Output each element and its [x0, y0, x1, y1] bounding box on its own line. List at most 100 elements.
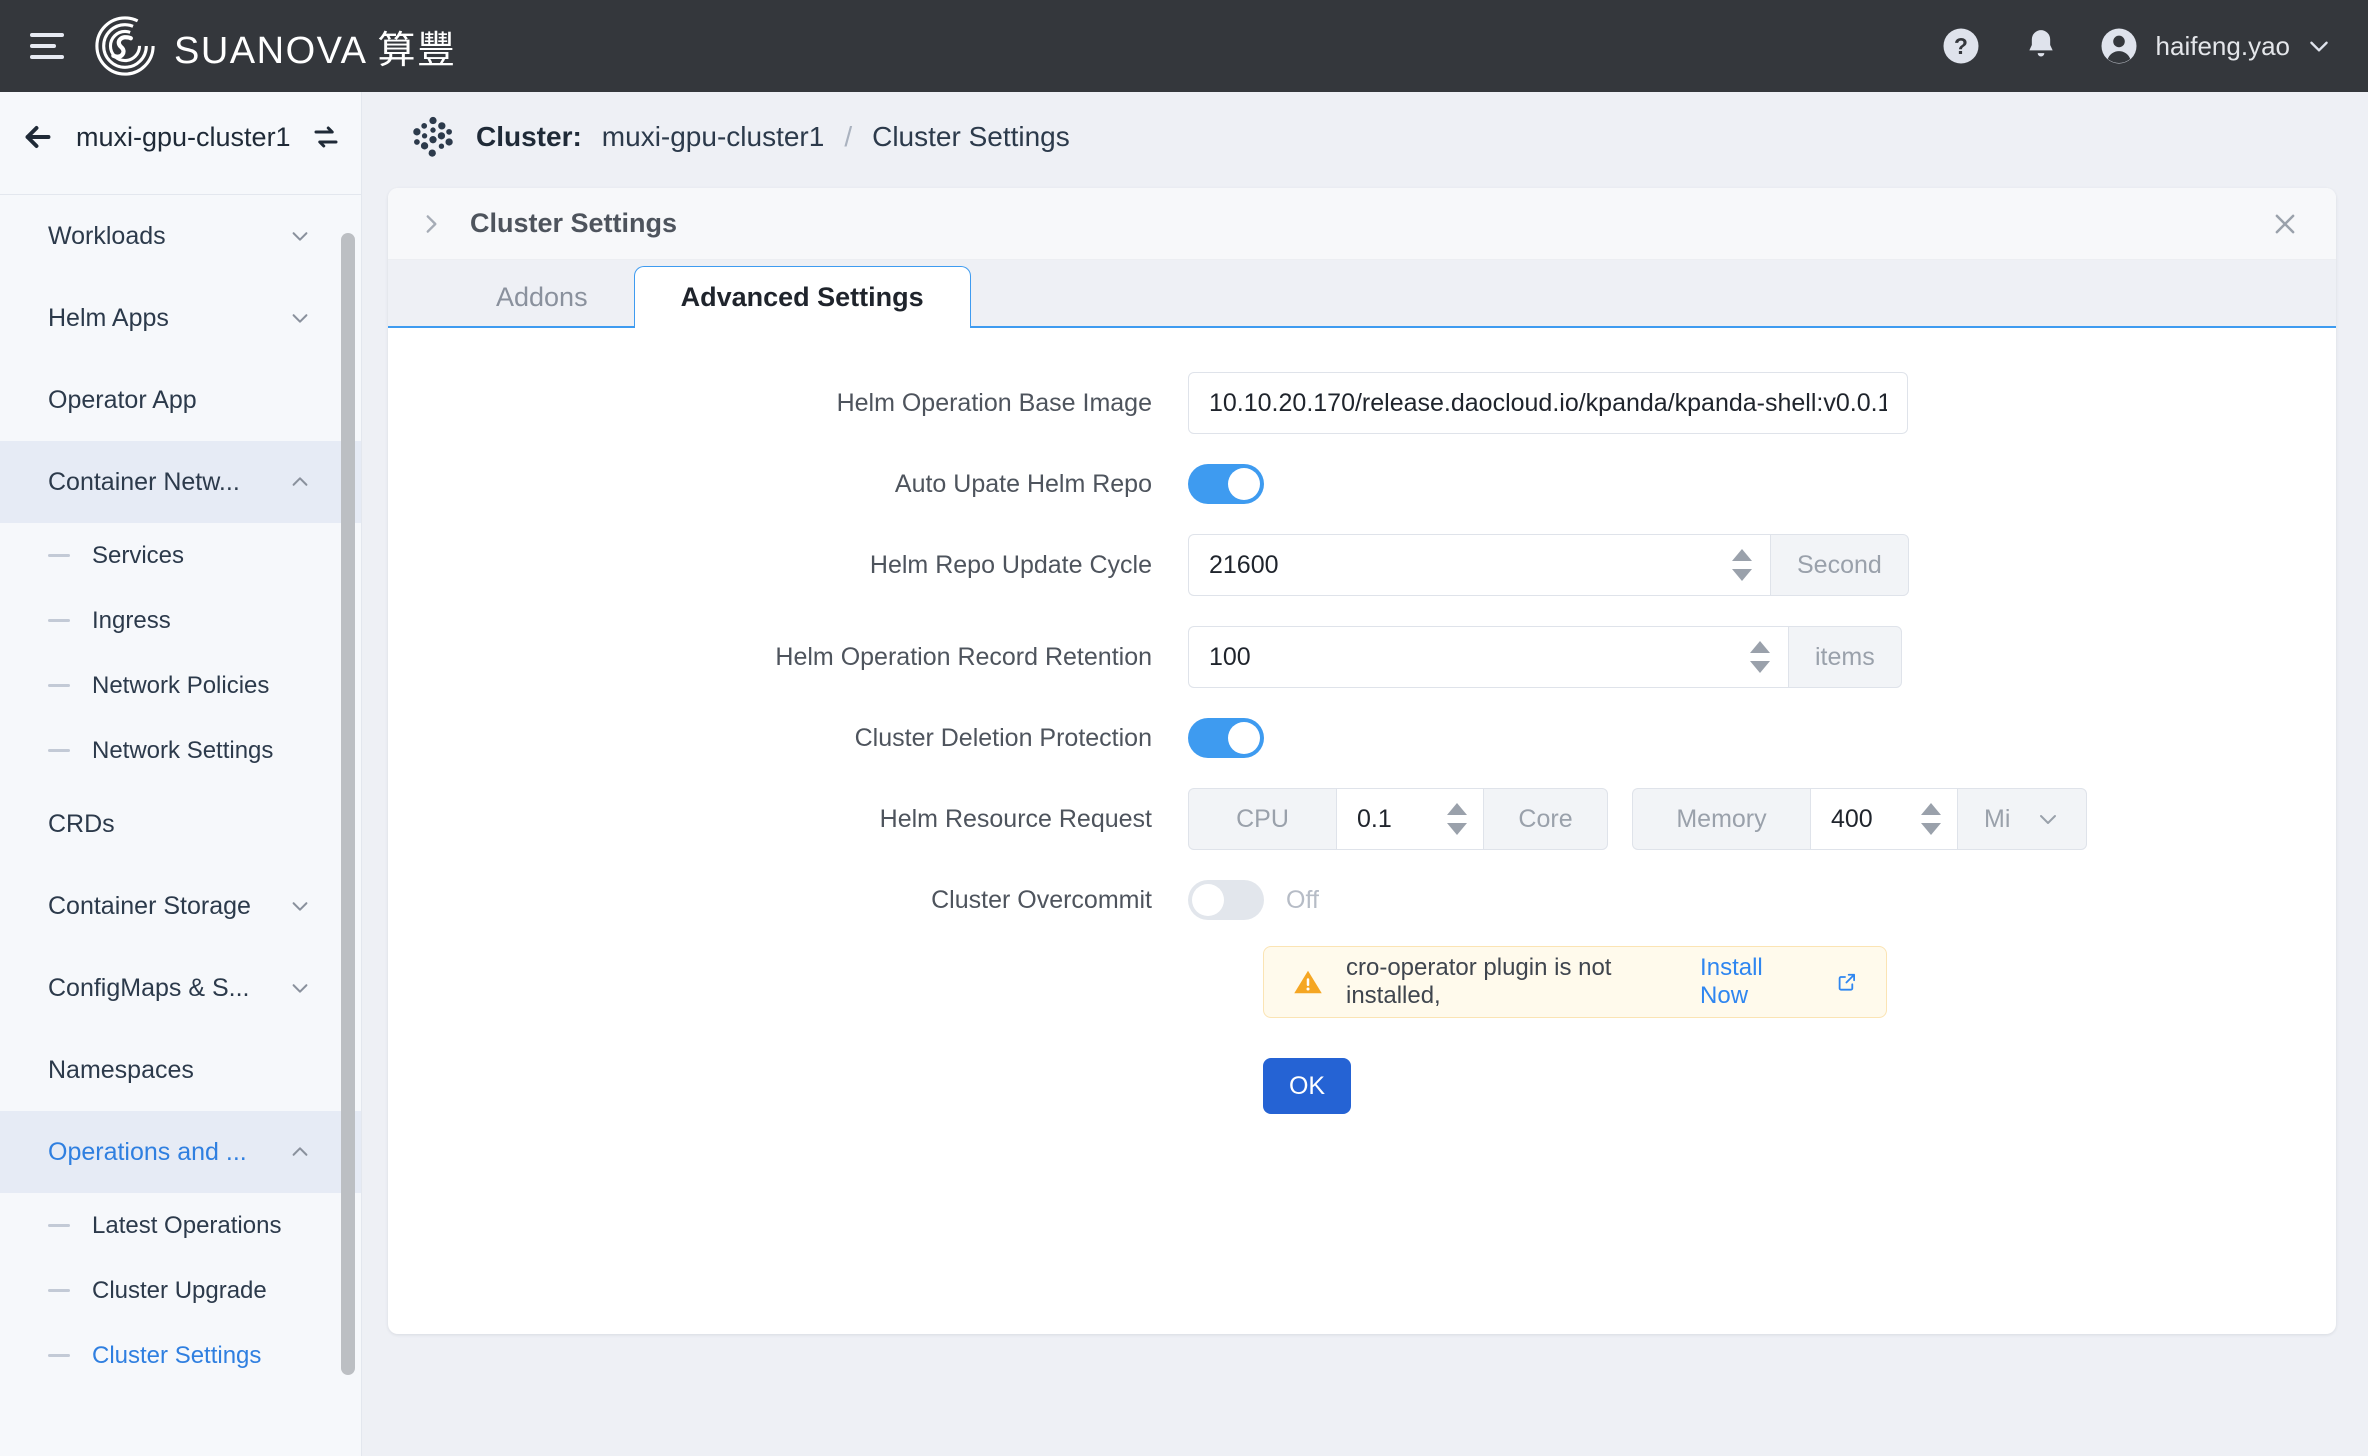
field-label: Auto Upate Helm Repo [894, 469, 1152, 498]
stepper-down-icon[interactable] [1750, 661, 1770, 673]
stepper-down-icon[interactable] [1447, 823, 1467, 835]
input-value: 100 [1209, 642, 1251, 671]
cpu-value-input[interactable]: 0.1 [1336, 788, 1484, 850]
sidebar-item-label: Helm Apps [48, 303, 169, 332]
breadcrumb-current: Cluster Settings [872, 121, 1070, 152]
sidebar-item-cluster-upgrade[interactable]: Cluster Upgrade [0, 1258, 361, 1323]
sidebar-scrollbar[interactable] [341, 233, 355, 1375]
form-row-auto-update-helm-repo: Auto Upate Helm Repo [388, 464, 2336, 504]
cpu-stepper[interactable] [1447, 803, 1473, 835]
cluster-settings-panel: Cluster Settings Addons Advanced Setting… [388, 188, 2336, 1334]
sidebar-item-helm-apps[interactable]: Helm Apps [0, 277, 361, 359]
memory-prefix-label: Memory [1632, 788, 1810, 850]
memory-value-input[interactable]: 400 [1810, 788, 1958, 850]
sidebar-item-label: ConfigMaps & S... [48, 973, 250, 1002]
dash-icon [48, 749, 70, 752]
sidebar-item-crds[interactable]: CRDs [0, 783, 361, 865]
cluster-overcommit-toggle[interactable] [1188, 880, 1264, 920]
field-label: Cluster Overcommit [931, 885, 1152, 914]
toggle-knob [1192, 884, 1224, 916]
sidebar-item-latest-operations[interactable]: Latest Operations [0, 1193, 361, 1258]
memory-unit-value: Mi [1984, 804, 2011, 833]
chevron-right-icon[interactable] [418, 211, 444, 237]
form-row-record-retention: Helm Operation Record Retention 100 item… [388, 626, 2336, 688]
chevron-down-icon [292, 232, 308, 241]
brand-logo[interactable]: SUANOVA 算豐 [94, 15, 456, 77]
sidebar-item-operations-and-maintenance[interactable]: Operations and ... [0, 1111, 361, 1193]
sidebar-item-label: Operator App [48, 385, 197, 414]
form-row-cluster-overcommit: Cluster Overcommit Off [388, 880, 2336, 920]
sidebar-cluster-header: muxi-gpu-cluster1 [0, 92, 361, 182]
breadcrumb: Cluster: muxi-gpu-cluster1 / Cluster Set… [362, 92, 2368, 182]
sidebar-item-configmaps-secrets[interactable]: ConfigMaps & S... [0, 947, 361, 1029]
field-label: Helm Operation Record Retention [775, 642, 1152, 671]
user-menu[interactable]: haifeng.yao [2098, 25, 2332, 67]
cluster-overcommit-state: Off [1286, 885, 1319, 914]
sidebar: muxi-gpu-cluster1 Workloads Helm Apps Op… [0, 92, 362, 1456]
memory-stepper[interactable] [1921, 803, 1947, 835]
stepper-up-icon[interactable] [1750, 641, 1770, 653]
stepper-down-icon[interactable] [1921, 823, 1941, 835]
tab-addons[interactable]: Addons [450, 266, 634, 328]
sidebar-item-network-settings[interactable]: Network Settings [0, 718, 361, 783]
chevron-down-icon [292, 314, 308, 323]
bell-icon[interactable] [2018, 23, 2064, 69]
sidebar-item-ingress[interactable]: Ingress [0, 588, 361, 653]
dash-icon [48, 1289, 70, 1292]
base-image-input[interactable] [1188, 372, 1908, 434]
sidebar-item-services[interactable]: Services [0, 523, 361, 588]
stepper-up-icon[interactable] [1921, 803, 1941, 815]
input-value: 21600 [1209, 550, 1279, 579]
sidebar-item-container-network[interactable]: Container Netw... [0, 441, 361, 523]
stepper-up-icon[interactable] [1732, 549, 1752, 561]
memory-unit-select[interactable]: Mi [1958, 788, 2088, 850]
sidebar-item-label: Namespaces [48, 1055, 194, 1084]
sidebar-item-namespaces[interactable]: Namespaces [0, 1029, 361, 1111]
swap-cluster-icon[interactable] [311, 122, 341, 152]
close-icon[interactable] [2270, 209, 2300, 239]
tab-label: Advanced Settings [680, 282, 924, 312]
update-cycle-stepper[interactable] [1732, 549, 1758, 581]
sidebar-item-label: Operations and ... [48, 1137, 247, 1166]
brand-name: SUANOVA 算豐 [174, 29, 457, 72]
install-now-link[interactable]: Install Now [1700, 954, 1806, 1010]
update-cycle-input[interactable]: 21600 [1188, 534, 1770, 596]
external-link-icon[interactable] [1836, 970, 1858, 994]
hamburger-icon[interactable] [30, 26, 70, 66]
dash-icon [48, 684, 70, 687]
toggle-knob [1228, 468, 1260, 500]
sidebar-item-label: Workloads [48, 221, 166, 250]
stepper-down-icon[interactable] [1732, 569, 1752, 581]
cpu-prefix-label: CPU [1188, 788, 1336, 850]
record-retention-group: 100 items [1188, 626, 1902, 688]
breadcrumb-cluster-link[interactable]: muxi-gpu-cluster1 [602, 121, 825, 153]
sidebar-item-label: Container Storage [48, 891, 251, 920]
suanova-spiral-icon [95, 16, 155, 76]
sidebar-item-container-storage[interactable]: Container Storage [0, 865, 361, 947]
sidebar-item-network-policies[interactable]: Network Policies [0, 653, 361, 718]
tab-advanced-settings[interactable]: Advanced Settings [633, 266, 971, 328]
cluster-deletion-protection-toggle[interactable] [1188, 718, 1264, 758]
panel-title: Cluster Settings [470, 208, 678, 238]
cpu-request-group: CPU 0.1 Core [1188, 788, 1608, 850]
record-retention-input[interactable]: 100 [1188, 626, 1788, 688]
help-circle-icon[interactable]: ? [1938, 23, 1984, 69]
breadcrumb-separator: / [844, 121, 853, 152]
toggle-knob [1228, 722, 1260, 754]
arrow-left-icon[interactable] [20, 119, 56, 155]
record-retention-stepper[interactable] [1750, 641, 1776, 673]
sidebar-item-cluster-settings[interactable]: Cluster Settings [0, 1323, 361, 1388]
sidebar-item-operator-app[interactable]: Operator App [0, 359, 361, 441]
auto-update-helm-repo-toggle[interactable] [1188, 464, 1264, 504]
sidebar-item-label: Network Policies [92, 671, 270, 699]
sidebar-cluster-name: muxi-gpu-cluster1 [76, 121, 291, 152]
stepper-up-icon[interactable] [1447, 803, 1467, 815]
update-cycle-unit: Second [1770, 534, 1909, 596]
user-avatar-icon [2101, 28, 2137, 64]
ok-button[interactable]: OK [1263, 1058, 1351, 1114]
top-navigation-bar: SUANOVA 算豐 ? haifeng.yao [0, 0, 2368, 92]
sidebar-item-workloads[interactable]: Workloads [0, 195, 361, 277]
chevron-down-icon[interactable] [2036, 807, 2060, 831]
chevron-down-icon[interactable] [2306, 33, 2332, 59]
dash-icon [48, 619, 70, 622]
